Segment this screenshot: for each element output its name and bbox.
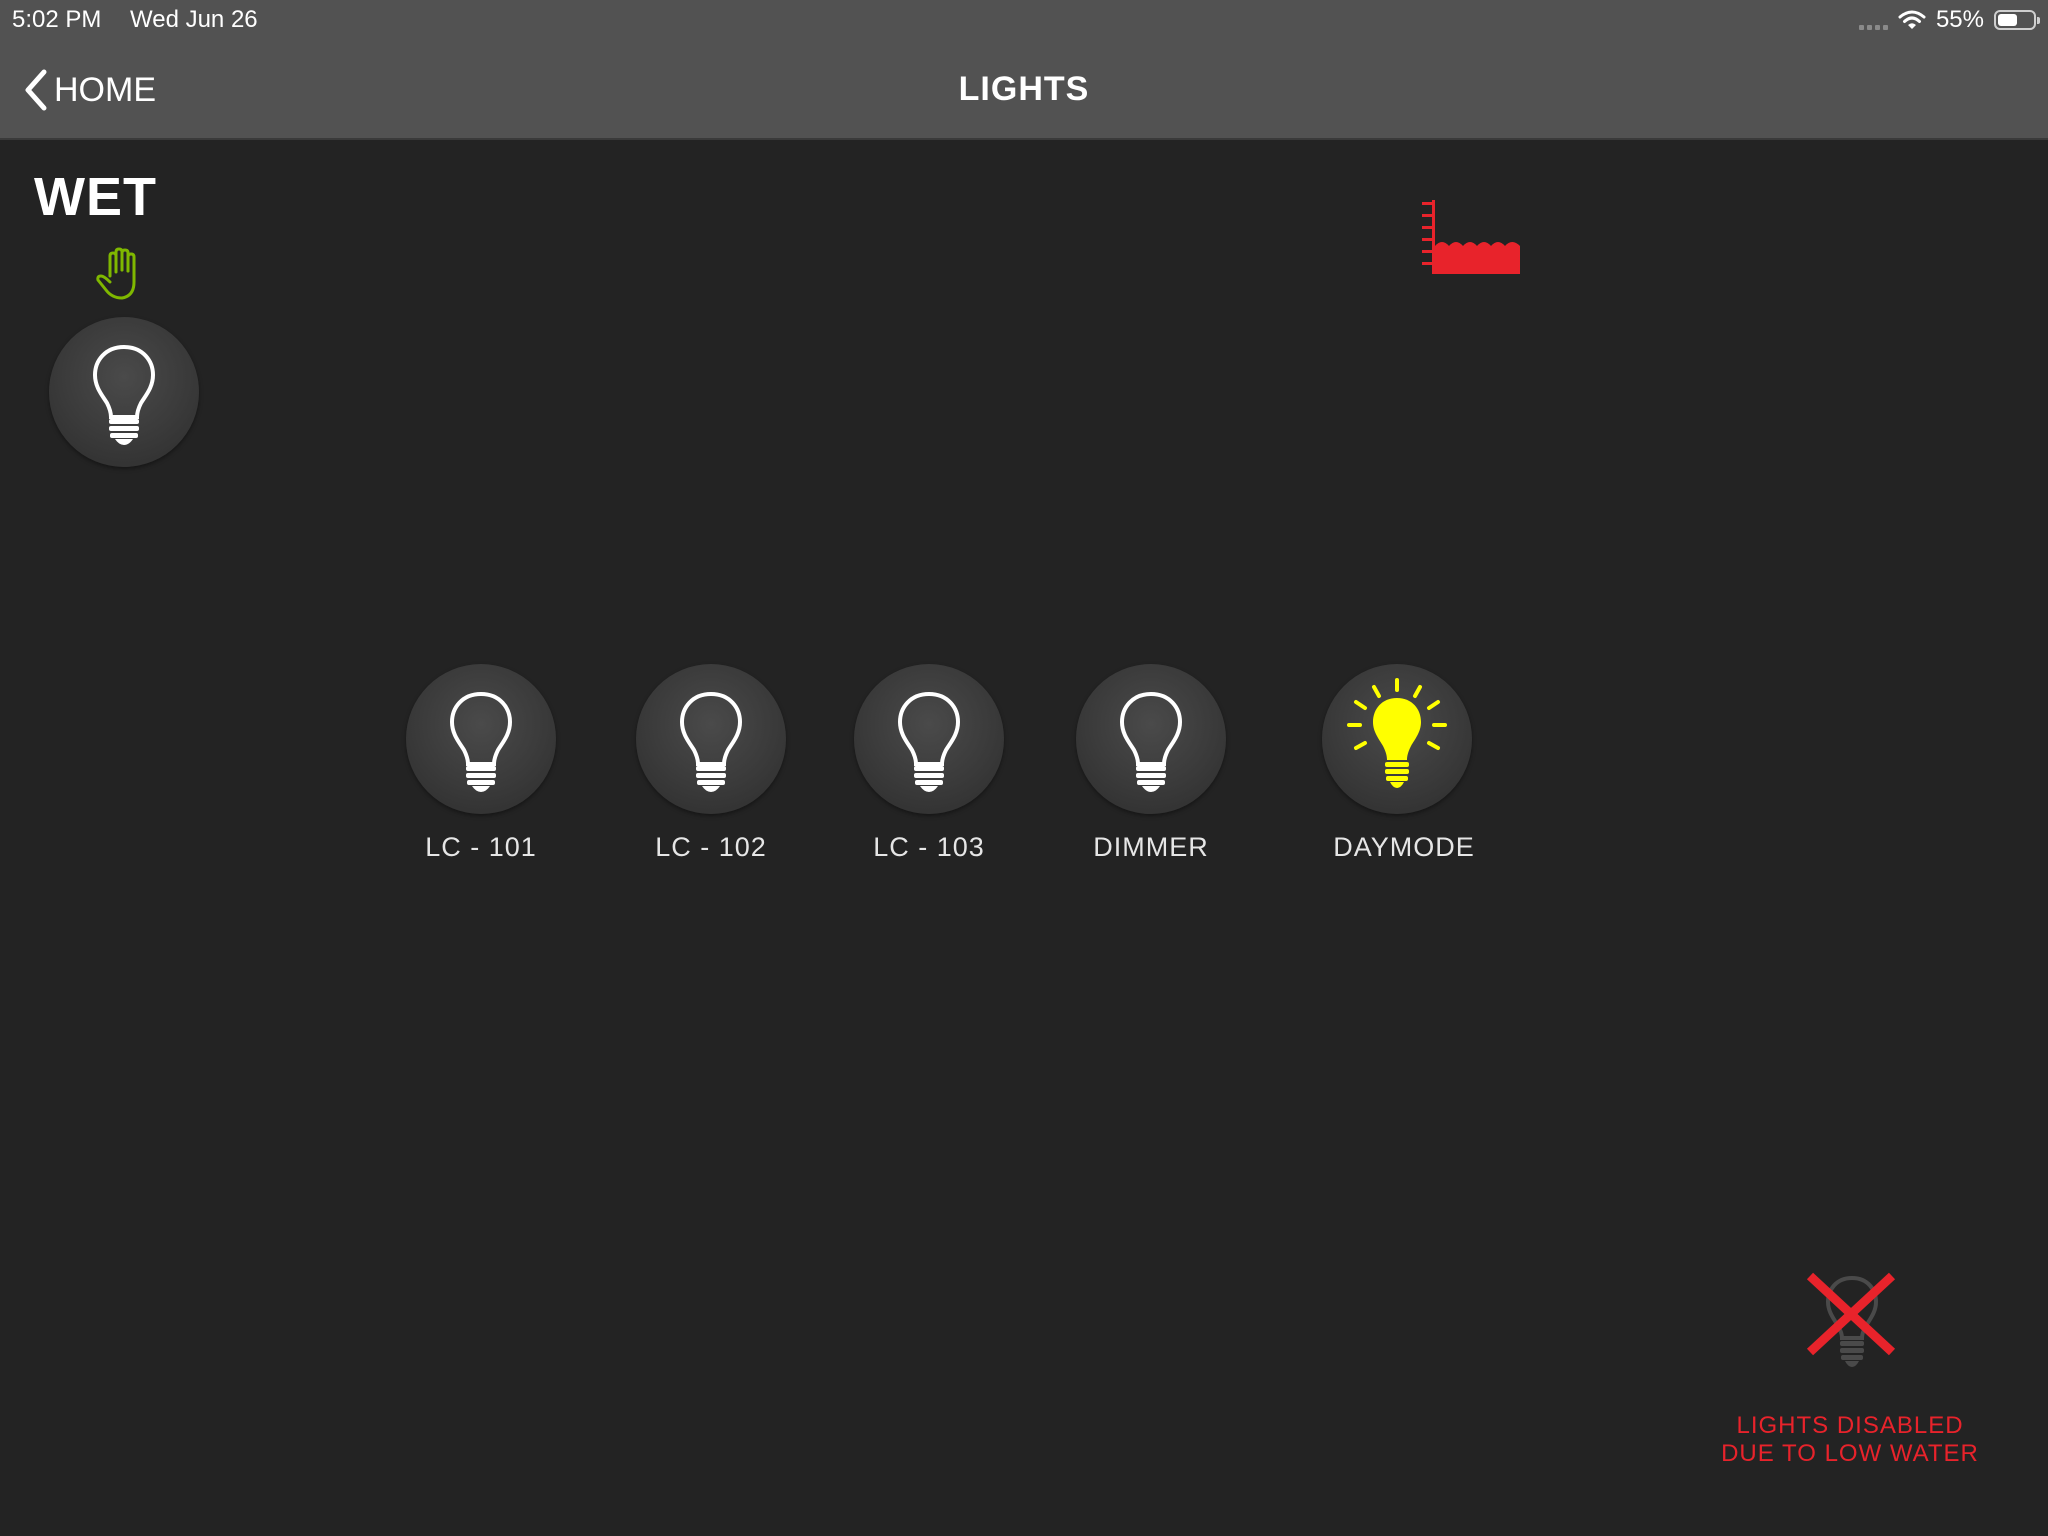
bulb-outline-icon xyxy=(898,692,960,794)
lights-screen: 5:02 PM Wed Jun 26 55% HOME LIGHTS WET L… xyxy=(0,0,2048,1536)
light-label-lc-101: LC - 101 xyxy=(425,832,537,862)
light-label-daymode: DAYMODE xyxy=(1333,832,1475,862)
nav-bar: HOME LIGHTS xyxy=(0,40,2048,140)
bulb-outline-icon xyxy=(1120,692,1182,794)
light-label-lc-103: LC - 103 xyxy=(873,832,985,862)
status-indicators: 55% xyxy=(1858,6,2040,34)
light-label-lc-102: LC - 102 xyxy=(655,832,767,862)
water-level-icon xyxy=(1422,200,1520,274)
signal-dots-icon xyxy=(1858,10,1888,30)
light-button-dimmer[interactable] xyxy=(1076,664,1226,814)
page-title: LIGHTS xyxy=(958,70,1090,108)
battery-icon xyxy=(1994,10,2040,30)
light-button-lc-101[interactable] xyxy=(406,664,556,814)
wifi-icon xyxy=(1898,10,1926,29)
bulb-outline-icon xyxy=(92,344,156,445)
light-button-lc-103[interactable] xyxy=(854,664,1004,814)
bulb-outline-icon xyxy=(680,692,742,794)
battery-fill xyxy=(1998,14,2017,26)
light-button-daymode[interactable] xyxy=(1322,664,1472,814)
bulb-lit-icon xyxy=(1347,678,1447,788)
status-time: 5:02 PM xyxy=(12,6,102,33)
zone-title: WET xyxy=(34,167,157,227)
light-label-dimmer: DIMMER xyxy=(1093,832,1209,862)
notice-line-1: LIGHTS DISABLED xyxy=(1736,1412,1964,1439)
hand-icon xyxy=(96,247,136,300)
light-button-lc-102[interactable] xyxy=(636,664,786,814)
zone-master-light-button[interactable] xyxy=(49,317,199,467)
battery-percent: 55% xyxy=(1935,6,1984,33)
disabled-bulb-icon xyxy=(1806,1272,1896,1367)
status-date: Wed Jun 26 xyxy=(130,6,258,33)
status-bar: 5:02 PM Wed Jun 26 55% xyxy=(0,0,2048,40)
bulb-outline-icon xyxy=(450,692,512,794)
low-water-notice: LIGHTS DISABLED DUE TO LOW WATER xyxy=(1700,1412,2000,1468)
notice-line-2: DUE TO LOW WATER xyxy=(1721,1440,1979,1467)
